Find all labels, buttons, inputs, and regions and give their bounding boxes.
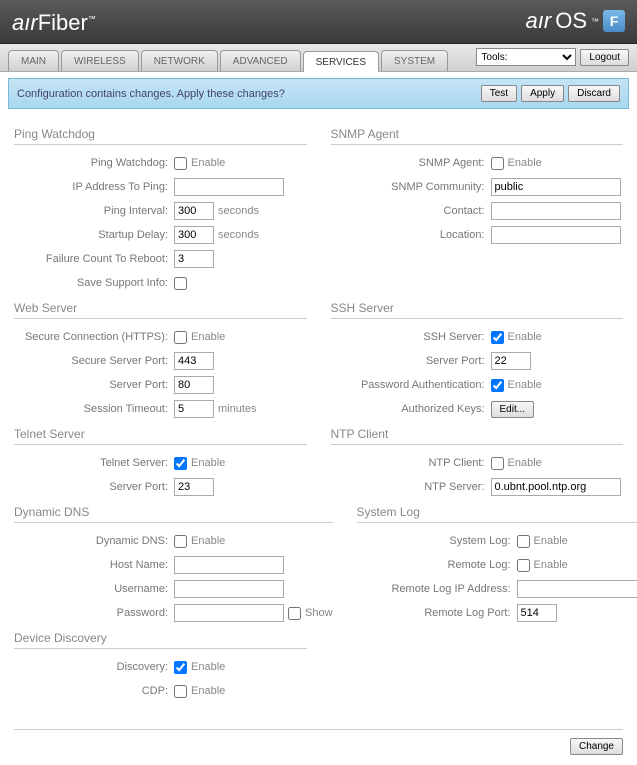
config-changes-alert: Configuration contains changes. Apply th…: [8, 78, 629, 109]
ssh-port-input[interactable]: [491, 352, 531, 370]
tab-services[interactable]: SERVICES: [303, 51, 379, 72]
test-button[interactable]: Test: [481, 85, 517, 102]
password-auth-checkbox[interactable]: [491, 379, 504, 392]
snmp-location-input[interactable]: [491, 226, 621, 244]
ssh-enable-checkbox[interactable]: [491, 331, 504, 344]
startup-delay-input[interactable]: [174, 226, 214, 244]
remote-log-ip-input[interactable]: [517, 580, 637, 598]
tab-wireless[interactable]: WIRELESS: [61, 50, 139, 71]
session-timeout-input[interactable]: [174, 400, 214, 418]
tab-network[interactable]: NETWORK: [141, 50, 218, 71]
tab-bar: MAIN WIRELESS NETWORK ADVANCED SERVICES …: [0, 44, 637, 72]
syslog-enable-checkbox[interactable]: [517, 535, 530, 548]
telnet-enable-checkbox[interactable]: [174, 457, 187, 470]
snmp-contact-input[interactable]: [491, 202, 621, 220]
remote-log-enable-checkbox[interactable]: [517, 559, 530, 572]
section-dynamic-dns: Dynamic DNS: [14, 505, 333, 523]
tab-system[interactable]: SYSTEM: [381, 50, 448, 71]
cdp-enable-checkbox[interactable]: [174, 685, 187, 698]
alert-message: Configuration contains changes. Apply th…: [17, 88, 285, 100]
section-telnet-server: Telnet Server: [14, 427, 307, 445]
edit-keys-button[interactable]: Edit...: [491, 401, 535, 418]
ddns-password-input[interactable]: [174, 604, 284, 622]
discard-button[interactable]: Discard: [568, 85, 620, 102]
f-icon: F: [603, 10, 625, 32]
tab-main[interactable]: MAIN: [8, 50, 59, 71]
discovery-enable-checkbox[interactable]: [174, 661, 187, 674]
save-support-checkbox[interactable]: [174, 277, 187, 290]
failure-count-input[interactable]: [174, 250, 214, 268]
change-button[interactable]: Change: [570, 738, 623, 755]
ddns-enable-checkbox[interactable]: [174, 535, 187, 548]
section-web-server: Web Server: [14, 301, 307, 319]
snmp-agent-enable-checkbox[interactable]: [491, 157, 504, 170]
logo-airos: aırOS™ F: [526, 8, 625, 34]
header-bar: aırFiber™ aırOS™ F: [0, 0, 637, 44]
section-snmp-agent: SNMP Agent: [331, 127, 624, 145]
ping-watchdog-enable-checkbox[interactable]: [174, 157, 187, 170]
ping-interval-input[interactable]: [174, 202, 214, 220]
web-server-port-input[interactable]: [174, 376, 214, 394]
section-ping-watchdog: Ping Watchdog: [14, 127, 307, 145]
ddns-username-input[interactable]: [174, 580, 284, 598]
tab-advanced[interactable]: ADVANCED: [220, 50, 301, 71]
section-system-log: System Log: [357, 505, 637, 523]
logout-button[interactable]: Logout: [580, 49, 629, 66]
apply-button[interactable]: Apply: [521, 85, 564, 102]
logo-airfiber: aırFiber™: [12, 10, 96, 36]
remote-log-port-input[interactable]: [517, 604, 557, 622]
ntp-enable-checkbox[interactable]: [491, 457, 504, 470]
secure-port-input[interactable]: [174, 352, 214, 370]
ntp-server-input[interactable]: [491, 478, 621, 496]
snmp-community-input[interactable]: [491, 178, 621, 196]
ddns-hostname-input[interactable]: [174, 556, 284, 574]
telnet-port-input[interactable]: [174, 478, 214, 496]
section-ssh-server: SSH Server: [331, 301, 624, 319]
https-enable-checkbox[interactable]: [174, 331, 187, 344]
tools-select[interactable]: Tools:: [476, 48, 576, 66]
section-device-discovery: Device Discovery: [14, 631, 307, 649]
section-ntp-client: NTP Client: [331, 427, 624, 445]
show-password-checkbox[interactable]: [288, 607, 301, 620]
ip-to-ping-input[interactable]: [174, 178, 284, 196]
